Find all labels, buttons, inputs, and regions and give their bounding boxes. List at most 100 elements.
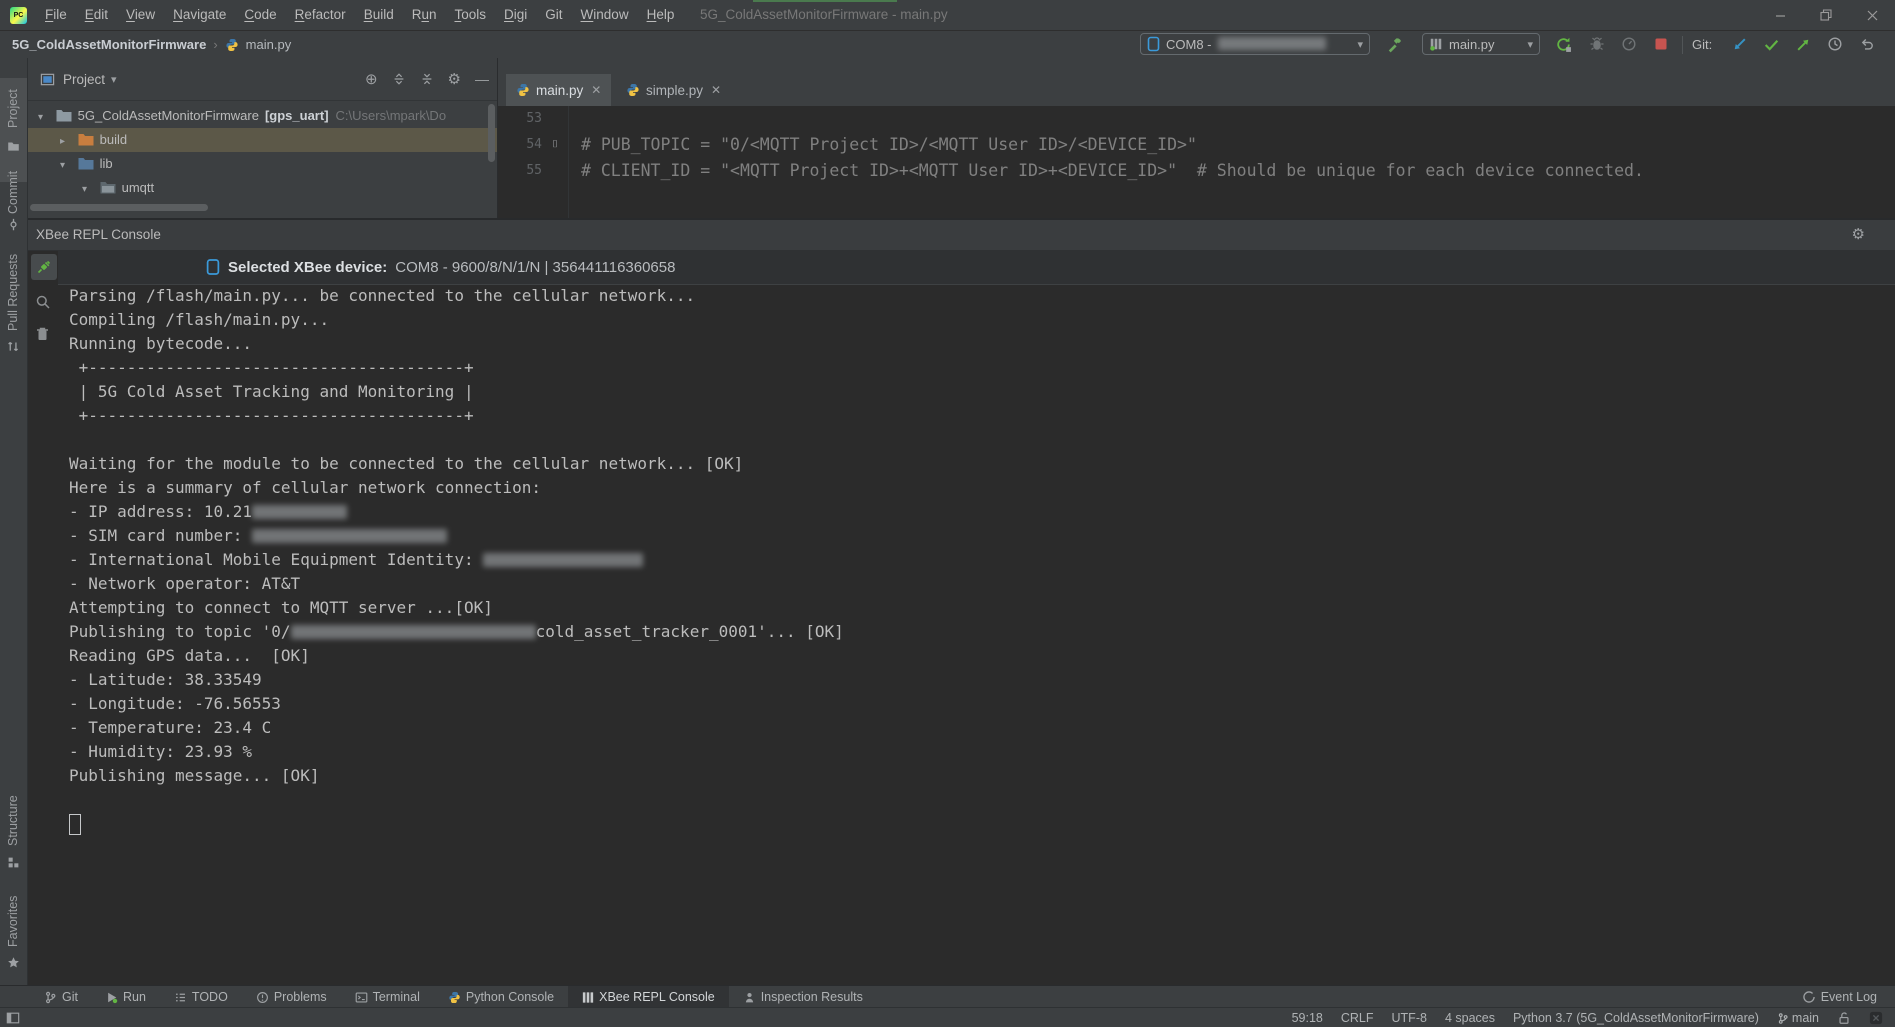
tool-tab-git[interactable]: Git [30, 986, 92, 1008]
close-tab-icon[interactable]: ✕ [591, 83, 601, 97]
stop-icon[interactable] [1653, 36, 1671, 54]
menu-refactor[interactable]: Refactor [286, 0, 355, 30]
menu-navigate[interactable]: Navigate [164, 0, 235, 30]
close-tab-icon[interactable]: ✕ [711, 83, 721, 97]
chevron-down-icon: ▾ [1357, 38, 1363, 51]
chevron-expanded-icon[interactable]: ▾ [60, 154, 74, 176]
gear-icon[interactable]: ⚙ [448, 70, 461, 88]
pull-requests-icon[interactable] [7, 340, 20, 353]
trash-icon[interactable] [35, 326, 51, 342]
commit-node-icon[interactable] [7, 218, 20, 231]
menu-digi[interactable]: Digi [495, 0, 536, 30]
caret-position[interactable]: 59:18 [1292, 1011, 1323, 1025]
git-branch-widget[interactable]: main [1777, 1011, 1819, 1025]
source-folder-icon [78, 157, 95, 170]
event-log-button[interactable]: Event Log [1802, 986, 1877, 1008]
redacted-text [252, 505, 347, 519]
connect-button[interactable] [31, 254, 57, 280]
tool-tab-python-console[interactable]: Python Console [434, 986, 568, 1008]
console-line: Parsing /flash/main.py... be connected t… [69, 284, 1895, 308]
close-button[interactable] [1849, 0, 1895, 30]
sidebar-item-pull-requests[interactable]: Pull Requests [0, 248, 27, 336]
redacted-text [291, 625, 536, 639]
tool-tab-run[interactable]: Run [92, 986, 160, 1008]
tree-row-lib[interactable]: ▾ lib [28, 152, 498, 176]
sidebar-item-commit[interactable]: Commit [0, 170, 27, 214]
tree-item-label: build [100, 132, 127, 147]
gear-icon[interactable]: ⚙ [1852, 226, 1865, 244]
tool-tab-problems[interactable]: Problems [242, 986, 341, 1008]
tool-tab-inspection-results[interactable]: Inspection Results [729, 986, 877, 1008]
menu-run[interactable]: Run [403, 0, 446, 30]
console-output[interactable]: Parsing /flash/main.py... be connected t… [58, 284, 1895, 987]
title-bar: PC FileEditViewNavigateCodeRefactorBuild… [0, 0, 1895, 31]
menu-view[interactable]: View [117, 0, 164, 30]
git-push-icon[interactable] [1795, 36, 1813, 54]
tool-tab-todo[interactable]: TODO [160, 986, 242, 1008]
run-configuration-selector[interactable]: main.py ▾ [1422, 33, 1540, 55]
gutter-separator [568, 106, 569, 218]
menu-edit[interactable]: Edit [76, 0, 117, 30]
favorites-star-icon[interactable] [7, 956, 20, 969]
rerun-icon[interactable] [1555, 36, 1573, 54]
tree-item-label: 5G_ColdAssetMonitorFirmware [78, 108, 259, 123]
project-panel-title[interactable]: Project [63, 72, 105, 87]
repl-panel-title: XBee REPL Console [36, 220, 161, 250]
breadcrumb-file[interactable]: main.py [246, 37, 292, 52]
file-encoding[interactable]: UTF-8 [1392, 1011, 1427, 1025]
profiler-icon[interactable] [1621, 36, 1639, 54]
tab-main-py[interactable]: main.py ✕ [506, 74, 611, 106]
tool-window-toggle-icon[interactable] [6, 1011, 20, 1025]
indent-style[interactable]: 4 spaces [1445, 1011, 1495, 1025]
expand-all-icon[interactable] [392, 72, 406, 86]
xbee-device-selector[interactable]: COM8 - ▾ [1140, 33, 1370, 55]
history-clock-icon[interactable] [1827, 36, 1845, 54]
python-interpreter[interactable]: Python 3.7 (5G_ColdAssetMonitorFirmware) [1513, 1011, 1759, 1025]
chevron-expanded-icon[interactable]: ▾ [82, 178, 96, 200]
chevron-collapsed-icon[interactable]: ▸ [60, 130, 74, 152]
restore-button[interactable] [1803, 0, 1849, 30]
project-folder-icon[interactable] [7, 140, 20, 153]
unlock-icon[interactable] [1837, 1011, 1851, 1025]
menu-code[interactable]: Code [235, 0, 285, 30]
menu-build[interactable]: Build [355, 0, 403, 30]
menu-help[interactable]: Help [638, 0, 684, 30]
minimize-button[interactable] [1757, 0, 1803, 30]
tree-row-umqtt[interactable]: ▾ umqtt [28, 176, 498, 200]
rollback-icon[interactable] [1859, 36, 1877, 54]
git-update-icon[interactable] [1731, 36, 1749, 54]
console-line: | 5G Cold Asset Tracking and Monitoring … [69, 380, 1895, 404]
hide-panel-icon[interactable]: — [475, 71, 489, 87]
tool-tab-xbee-repl-console[interactable]: XBee REPL Console [568, 986, 729, 1008]
indicator-icon[interactable] [1869, 1011, 1883, 1025]
console-line: - Longitude: -76.56553 [69, 692, 1895, 716]
chevron-expanded-icon[interactable]: ▾ [38, 106, 52, 128]
tree-horizontal-scrollbar[interactable] [30, 204, 208, 211]
tree-row-build[interactable]: ▸ build [28, 128, 498, 152]
editor-area[interactable]: main.py ✕ simple.py ✕ 53 54 55 ⌷ # PUB_T… [498, 58, 1895, 218]
menu-window[interactable]: Window [572, 0, 638, 30]
build-hammer-icon[interactable] [1386, 36, 1404, 54]
chevron-down-icon[interactable]: ▾ [111, 73, 117, 86]
collapse-all-icon[interactable] [420, 72, 434, 86]
search-icon[interactable] [35, 294, 51, 310]
structure-icon[interactable] [7, 856, 20, 869]
project-panel-header: Project ▾ ⊕ ⚙ — [28, 58, 497, 101]
tab-simple-py[interactable]: simple.py ✕ [616, 74, 731, 106]
breadcrumb-project[interactable]: 5G_ColdAssetMonitorFirmware [12, 37, 206, 52]
menu-tools[interactable]: Tools [446, 0, 496, 30]
menu-git[interactable]: Git [536, 0, 571, 30]
tree-row-project-root[interactable]: ▾ 5G_ColdAssetMonitorFirmware[gps_uart]C… [28, 104, 498, 128]
sidebar-item-structure[interactable]: Structure [0, 790, 27, 852]
sidebar-item-favorites[interactable]: Favorites [0, 890, 27, 952]
line-ending[interactable]: CRLF [1341, 1011, 1374, 1025]
sidebar-item-project[interactable]: Project [0, 84, 27, 134]
tool-tab-terminal[interactable]: Terminal [341, 986, 434, 1008]
console-line: - Network operator: AT&T [69, 572, 1895, 596]
fold-marker-icon[interactable]: ⌷ [552, 132, 558, 158]
locate-file-icon[interactable]: ⊕ [365, 70, 378, 88]
tree-vertical-scrollbar[interactable] [488, 104, 495, 162]
menu-file[interactable]: File [36, 0, 76, 30]
git-commit-icon[interactable] [1763, 36, 1781, 54]
debug-bug-icon[interactable] [1589, 36, 1607, 54]
